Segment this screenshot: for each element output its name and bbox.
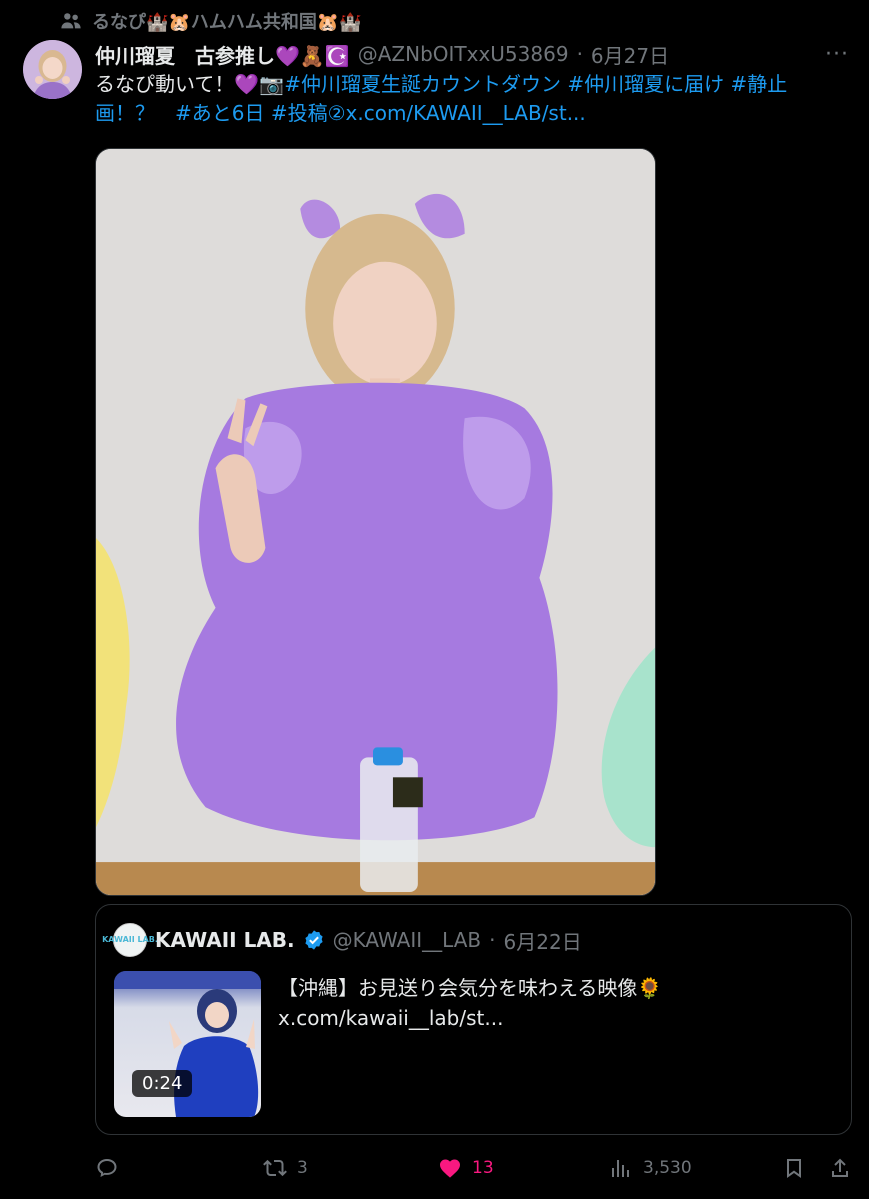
quoted-tweet-text: 【沖縄】お見送り会気分を味わえる映像🌻 x.com/kawaii__lab/st… — [278, 976, 663, 1030]
quoted-author-avatar[interactable]: KAWAII LAB. — [102, 923, 158, 957]
quoted-tweet-header: KAWAII LAB. KAWAII LAB. @KAWAII__LAB · 6… — [102, 923, 582, 957]
repost-button[interactable]: 3 — [263, 1150, 308, 1186]
video-duration-badge: 0:24 — [132, 1070, 193, 1097]
tweet-date[interactable]: 6月27日 — [591, 40, 669, 69]
tweet-action-bar: 3 13 3,530 — [95, 1150, 855, 1186]
quoted-tweet-card[interactable]: KAWAII LAB. KAWAII LAB. @KAWAII__LAB · 6… — [95, 904, 852, 1135]
heart-icon — [440, 1159, 460, 1178]
people-icon — [61, 13, 81, 29]
quoted-author-name[interactable]: KAWAII LAB. — [155, 928, 295, 952]
more-options-icon[interactable]: ··· — [823, 40, 851, 68]
like-button[interactable]: 13 — [438, 1150, 494, 1186]
quoted-author-handle[interactable]: @KAWAII__LAB — [333, 928, 482, 952]
share-icon — [832, 1158, 848, 1177]
tweet-text: るなぴ動いて！💜📷#仲川瑠夏生誕カウントダウン #仲川瑠夏に届け #静止画！？ … — [95, 70, 835, 128]
photo-illustration — [96, 149, 655, 895]
tweet-text-plain: るなぴ動いて！💜📷 — [95, 72, 285, 96]
separator-dot: · — [576, 42, 583, 66]
separator-dot: · — [489, 928, 496, 952]
views-button[interactable]: 3,530 — [609, 1150, 692, 1186]
views-icon — [612, 1160, 629, 1177]
share-button[interactable] — [828, 1150, 852, 1186]
verified-badge-icon — [305, 930, 323, 950]
repost-count: 3 — [297, 1158, 308, 1178]
quoted-video-thumbnail[interactable]: 0:24 — [114, 971, 261, 1117]
repost-icon — [263, 1159, 287, 1177]
author-handle[interactable]: @AZNbOITxxU53869 — [358, 42, 569, 66]
tweet-media-photo[interactable] — [95, 148, 656, 896]
reply-icon — [97, 1159, 117, 1177]
social-context[interactable]: るなぴ🏰🐹ハムハム共和国🐹🏰 — [60, 8, 362, 34]
avatar-image — [23, 40, 82, 99]
author-avatar[interactable] — [23, 40, 82, 99]
quoted-tweet-date[interactable]: 6月22日 — [504, 926, 582, 955]
social-context-text: るなぴ🏰🐹ハムハム共和国🐹🏰 — [92, 12, 362, 33]
tweet-header: 仲川瑠夏 古参推し💜🧸☪️ @AZNbOITxxU53869 · 6月27日 — [95, 38, 819, 70]
author-display-name[interactable]: 仲川瑠夏 古参推し💜🧸☪️ — [95, 40, 350, 69]
like-count: 13 — [472, 1158, 494, 1178]
reply-button[interactable] — [95, 1150, 129, 1186]
quoted-avatar-logo-text: KAWAII LAB. — [102, 935, 158, 944]
bookmark-icon — [787, 1159, 801, 1178]
bookmark-button[interactable] — [782, 1150, 806, 1186]
views-count: 3,530 — [643, 1158, 692, 1178]
